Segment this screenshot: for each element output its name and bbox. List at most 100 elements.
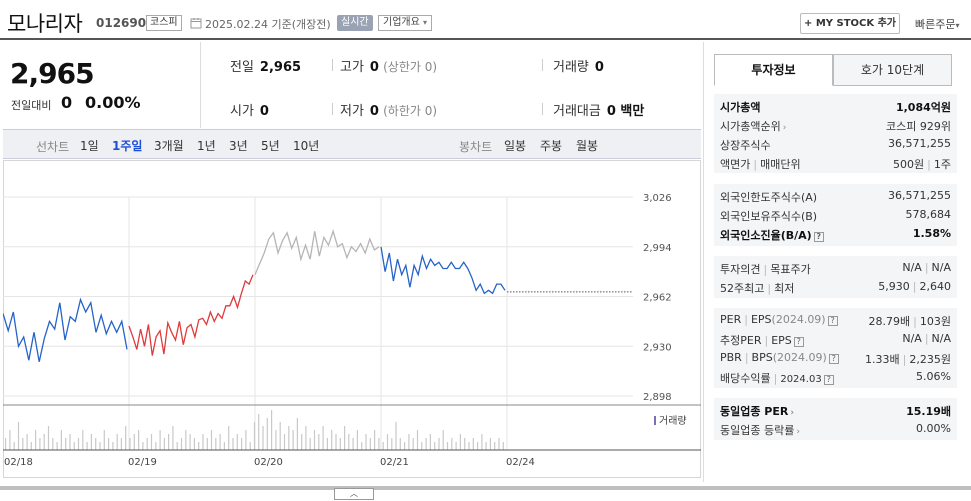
volume-bar xyxy=(99,442,101,450)
volume-bar xyxy=(429,434,431,450)
realtime-button[interactable]: 실시간 xyxy=(337,15,373,31)
period-bar: 선차트 1일 1주일 3개월 1년 3년 5년 10년 봉차트 일봉 주봉 월봉 xyxy=(3,129,701,159)
volume-bar xyxy=(245,430,247,450)
help-icon[interactable]: ? xyxy=(813,232,824,242)
x-tick-label: 02/20 xyxy=(254,457,283,468)
price-chart[interactable]: 3,026 2,994 2,962 2,930 2,898 02/18 02/19 02/20… xyxy=(3,160,701,478)
candle-tab-monthly[interactable]: 월봉 xyxy=(576,137,598,154)
volume-bar xyxy=(378,438,380,450)
period-tab-1w[interactable]: 1주일 xyxy=(112,137,142,154)
y-tick-label: 2,994 xyxy=(643,243,672,254)
volume-bar xyxy=(468,442,470,450)
sector-change-label: 동일업종 등락률 xyxy=(720,424,795,437)
help-icon[interactable]: ? xyxy=(793,337,804,347)
chevron-right-icon: › xyxy=(790,408,795,418)
volume-bar xyxy=(502,442,504,450)
volume-bar xyxy=(485,442,487,450)
per-value: 28.79배 xyxy=(868,315,911,328)
volume-bar xyxy=(494,442,496,450)
foreign-hold-value: 578,684 xyxy=(905,208,952,221)
help-icon[interactable]: ? xyxy=(823,375,834,385)
sector-per-row[interactable]: 동일업종 PER › 15.19배 xyxy=(714,400,957,419)
volume-bar xyxy=(348,434,350,450)
candle-tab-weekly[interactable]: 주봉 xyxy=(540,137,562,154)
volume-bar xyxy=(335,434,337,450)
period-tab-10y[interactable]: 10년 xyxy=(293,137,319,154)
add-my-stock-button[interactable]: + MY STOCK 추가 xyxy=(800,13,900,34)
volume-bar xyxy=(395,422,397,450)
volume-bar xyxy=(125,426,127,450)
volume-bar xyxy=(56,442,58,450)
open-value: 0 xyxy=(259,104,269,119)
volume-bar xyxy=(416,430,419,450)
company-overview-button[interactable]: 기업개요 ▾ xyxy=(378,15,433,31)
volume-bar xyxy=(301,434,303,450)
volume-bar xyxy=(9,430,11,450)
help-icon[interactable]: ? xyxy=(827,316,838,326)
volume-bar xyxy=(258,414,260,450)
lower-limit: (하한가 0) xyxy=(383,104,438,118)
collapse-button[interactable]: ︿ xyxy=(334,488,374,500)
amount-label: 거래대금 xyxy=(553,104,601,119)
est-per-value: N/A xyxy=(902,332,922,345)
quick-order-button[interactable]: 빠른주문▾ xyxy=(915,16,960,32)
face-value-row: 액면가 | 매매단위 500원 | 1주 xyxy=(720,158,951,171)
volume-bar xyxy=(193,438,195,450)
candle-tab-daily[interactable]: 일봉 xyxy=(504,137,526,154)
volume-bar xyxy=(472,438,474,450)
market-cap-rank-row[interactable]: 시가총액순위 › 코스피 929위 xyxy=(714,115,957,134)
dividend-label: 배당수익률 xyxy=(720,372,771,385)
volume-bar xyxy=(155,442,157,450)
target-price-value: N/A xyxy=(931,261,951,274)
foreign-limit-value: 36,571,255 xyxy=(888,189,951,202)
est-per-label: 추정PER xyxy=(720,334,762,347)
opinion-row: 투자의견 | 목표주가 N/A | N/A xyxy=(720,261,951,276)
x-tick-label: 02/21 xyxy=(380,457,409,468)
volume-bar xyxy=(344,426,346,450)
volume-bar xyxy=(30,442,32,450)
tab-orderbook[interactable]: 호가 10단계 xyxy=(833,54,952,86)
volume-bar xyxy=(232,438,234,450)
volume-bar xyxy=(210,430,213,450)
volume-bar xyxy=(356,430,358,450)
sector-change-value: 0.00% xyxy=(916,422,951,435)
period-tab-3y[interactable]: 3년 xyxy=(229,137,248,154)
market-cap-box: 시가총액 1,084억원 시가총액순위 › 코스피 929위 상장주식수 36,571,… xyxy=(714,94,957,173)
volume-bar xyxy=(60,430,62,450)
price-series-02-18 xyxy=(3,297,128,362)
volume-bar xyxy=(69,434,71,450)
change-value: 0 xyxy=(61,93,73,112)
trade-unit: 1주 xyxy=(933,158,951,171)
chevron-right-icon: › xyxy=(782,123,787,133)
bps-label: BPS xyxy=(751,351,773,364)
period-tab-1y[interactable]: 1년 xyxy=(197,137,216,154)
period-tab-3m[interactable]: 3개월 xyxy=(154,137,184,154)
low-label: 저가 xyxy=(340,104,364,119)
volume-bar xyxy=(77,438,80,450)
volume-bar xyxy=(271,410,273,450)
volume-bar xyxy=(39,438,41,450)
help-icon[interactable]: ? xyxy=(828,354,839,364)
volume-bar xyxy=(206,438,208,450)
volume-bar xyxy=(176,442,178,450)
volume-bar xyxy=(5,438,7,450)
volume-bar xyxy=(82,430,84,450)
eps-period: (2024.09) xyxy=(771,313,826,326)
open-price: 시가 0 xyxy=(230,100,269,119)
volume-bar xyxy=(22,438,24,450)
sector-change-row[interactable]: 동일업종 등락률 › 0.00% xyxy=(714,419,957,438)
volume-bar xyxy=(382,442,384,450)
foreign-limit-label: 외국인한도주식수(A) xyxy=(720,191,818,204)
pbr-value: 1.33배 xyxy=(865,353,900,366)
period-tab-1d[interactable]: 1일 xyxy=(80,137,99,154)
tab-investment-info[interactable]: 투자정보 xyxy=(714,54,833,86)
volume-bar xyxy=(296,418,298,450)
period-tab-5y[interactable]: 5년 xyxy=(261,137,280,154)
volume-bar xyxy=(279,422,281,450)
x-tick-label: 02/24 xyxy=(506,457,535,468)
listed-shares-value: 36,571,255 xyxy=(888,137,951,150)
quote-grid: 전일 2,965 고가 0 (상한가 0) 거래량 0 시가 0 저가 0 (하한가 0)… xyxy=(202,42,702,128)
foreign-ratio-label: 외국인소진율(B/A) xyxy=(720,229,812,242)
stock-header: 모나리자 012690 코스피 2025.02.24 기준(개장전) 실시간 기… xyxy=(0,0,971,40)
low-value: 0 xyxy=(369,104,379,119)
